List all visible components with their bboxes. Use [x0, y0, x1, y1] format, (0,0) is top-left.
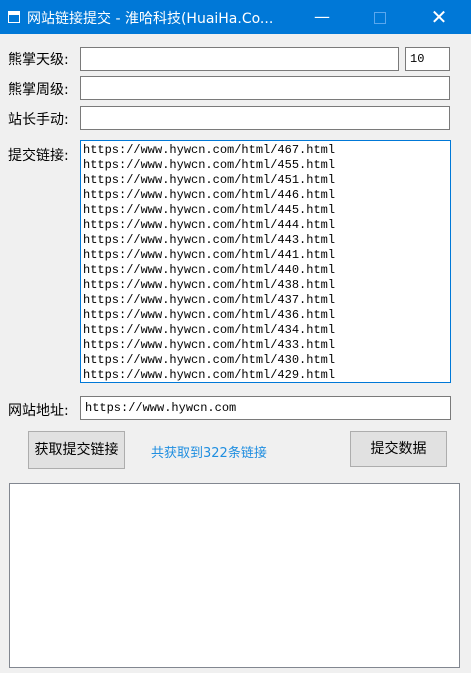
link-line: https://www.hywcn.com/html/451.html [83, 173, 336, 187]
link-line: https://www.hywcn.com/html/440.html [83, 263, 336, 277]
output-log[interactable] [9, 483, 460, 668]
maximize-button[interactable] [358, 0, 402, 34]
fetch-links-button[interactable]: 获取提交链接 [28, 431, 125, 469]
window-app-icon [8, 11, 20, 23]
submit-data-button[interactable]: 提交数据 [350, 431, 447, 467]
link-line: https://www.hywcn.com/html/430.html [83, 353, 336, 367]
links-label: 提交链接: [8, 148, 69, 164]
window-title: 网站链接提交 - 淮哈科技(HuaiHa.Co... [27, 11, 274, 27]
links-list: https://www.hywcn.com/html/467.html https… [83, 143, 448, 382]
status-text: 共获取到322条链接 [151, 446, 267, 461]
manual-label: 站长手动: [8, 112, 69, 128]
link-line: https://www.hywcn.com/html/436.html [83, 308, 336, 322]
week-level-label: 熊掌周级: [8, 82, 69, 98]
link-line: https://www.hywcn.com/html/429.html [83, 368, 336, 382]
link-line: https://www.hywcn.com/html/433.html [83, 338, 336, 352]
link-line: https://www.hywcn.com/html/444.html [83, 218, 336, 232]
site-label: 网站地址: [8, 403, 69, 419]
minimize-button[interactable]: — [300, 0, 344, 34]
manual-input[interactable] [80, 106, 450, 130]
site-input[interactable]: https://www.hywcn.com [80, 396, 451, 420]
maximize-icon [374, 11, 386, 24]
close-button[interactable]: ✕ [417, 0, 461, 34]
link-line: https://www.hywcn.com/html/455.html [83, 158, 336, 172]
count-input[interactable]: 10 [405, 47, 450, 71]
link-line: https://www.hywcn.com/html/467.html [83, 143, 336, 157]
sky-level-label: 熊掌天级: [8, 52, 69, 68]
links-textarea[interactable]: https://www.hywcn.com/html/467.html https… [80, 140, 451, 383]
link-line: https://www.hywcn.com/html/443.html [83, 233, 336, 247]
week-level-input[interactable] [80, 76, 450, 100]
link-line: https://www.hywcn.com/html/438.html [83, 278, 336, 292]
link-line: https://www.hywcn.com/html/437.html [83, 293, 336, 307]
link-line: https://www.hywcn.com/html/445.html [83, 203, 336, 217]
sky-level-input[interactable] [80, 47, 399, 71]
link-line: https://www.hywcn.com/html/441.html [83, 248, 336, 262]
title-bar: 网站链接提交 - 淮哈科技(HuaiHa.Co... — ✕ [0, 0, 471, 34]
link-line: https://www.hywcn.com/html/434.html [83, 323, 336, 337]
link-line: https://www.hywcn.com/html/446.html [83, 188, 336, 202]
